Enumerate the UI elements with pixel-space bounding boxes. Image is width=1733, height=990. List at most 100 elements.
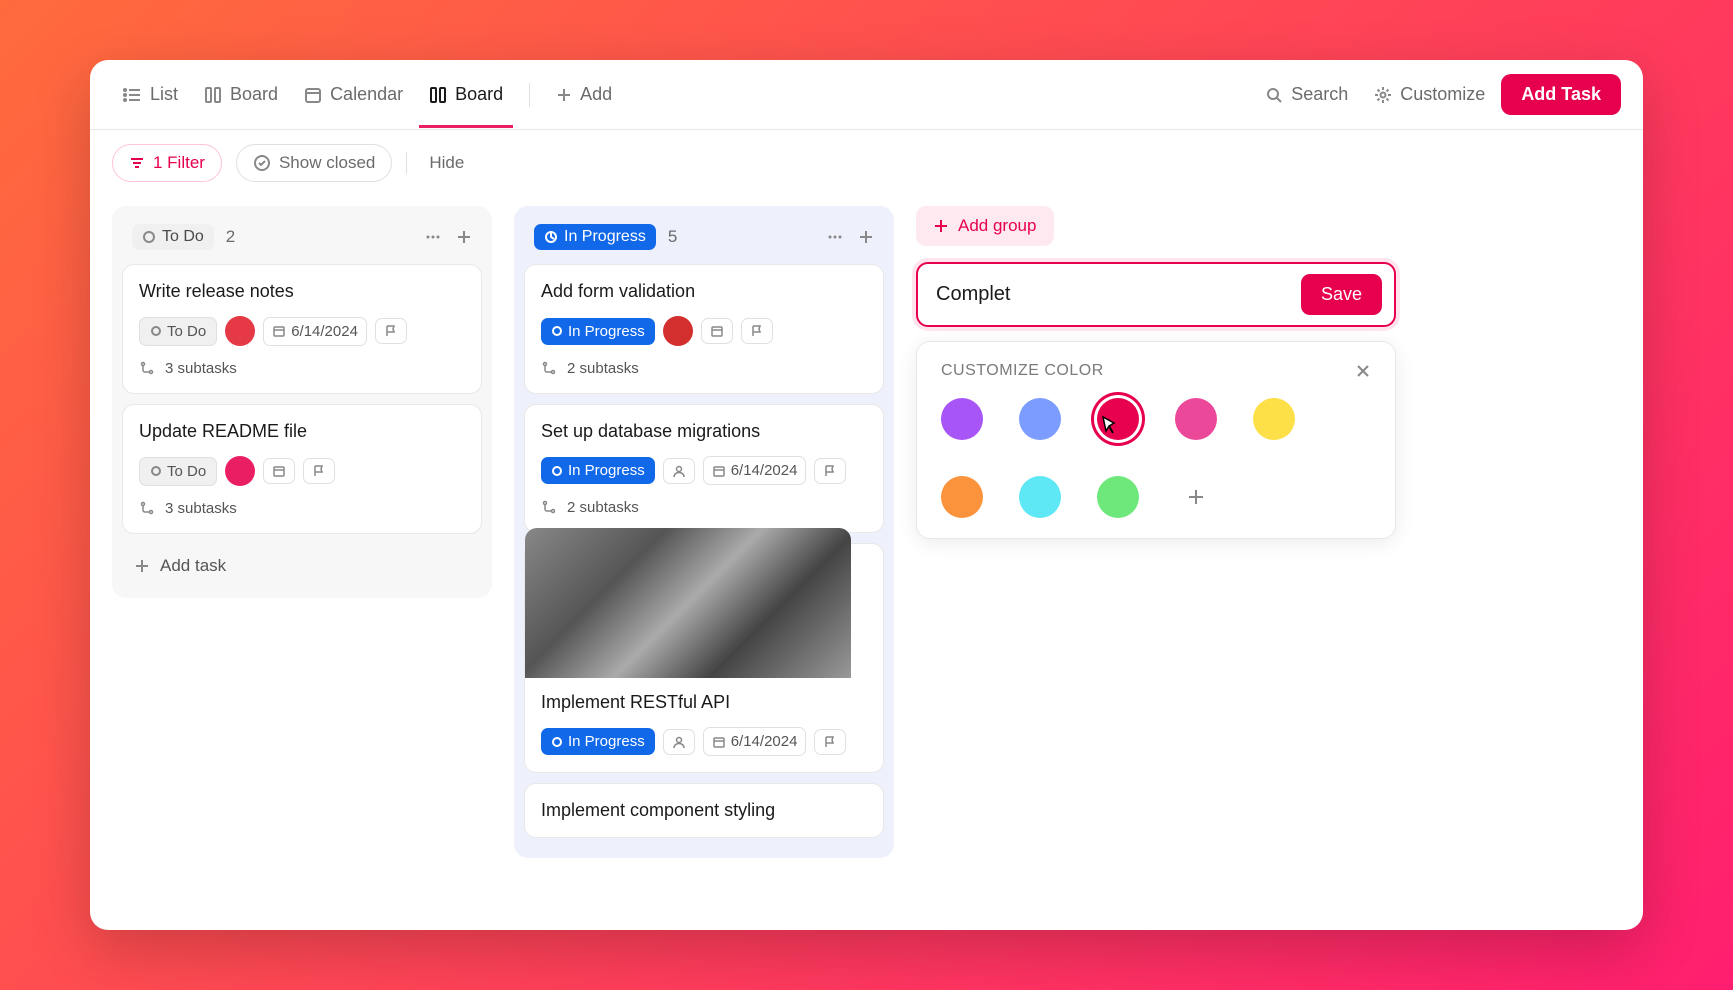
add-task-row[interactable]: Add task [122, 544, 482, 588]
add-group-section: Add group Save CUSTOMIZE COLOR [916, 206, 1396, 539]
filter-bar: 1 Filter Show closed Hide [90, 130, 1643, 196]
flag-icon [384, 324, 398, 338]
status-chip-in-progress[interactable]: In Progress [534, 224, 656, 250]
color-swatch-magenta[interactable] [1175, 398, 1217, 440]
add-group-label: Add group [958, 216, 1036, 236]
check-circle-icon [253, 154, 271, 172]
flag-field[interactable] [375, 318, 407, 344]
status-chip[interactable]: To Do [139, 317, 217, 346]
date-field[interactable]: 6/14/2024 [703, 727, 807, 756]
add-task-label: Add task [160, 556, 226, 576]
flag-field[interactable] [814, 729, 846, 755]
plus-icon [1187, 488, 1205, 506]
avatar[interactable] [225, 456, 255, 486]
color-swatch-blue[interactable] [1019, 398, 1061, 440]
column-header: In Progress 5 [524, 216, 884, 264]
card-title: Implement RESTful API [541, 692, 867, 713]
tab-board-active[interactable]: Board [419, 76, 513, 113]
status-chip[interactable]: In Progress [541, 728, 655, 755]
customize-button[interactable]: Customize [1364, 76, 1495, 113]
calendar-icon [712, 735, 726, 749]
tab-label: Board [455, 84, 503, 105]
avatar[interactable] [663, 316, 693, 346]
color-swatch-orange[interactable] [941, 476, 983, 518]
flag-field[interactable] [814, 458, 846, 484]
tab-list[interactable]: List [112, 76, 188, 113]
status-label: In Progress [564, 228, 646, 246]
flag-icon [823, 735, 837, 749]
task-card[interactable]: Add form validation In Progress 2 subtas… [524, 264, 884, 394]
status-label: To Do [167, 323, 206, 340]
save-button[interactable]: Save [1301, 274, 1382, 315]
calendar-icon [272, 464, 286, 478]
status-chip[interactable]: In Progress [541, 318, 655, 345]
hide-button[interactable]: Hide [421, 145, 472, 181]
group-name-input[interactable] [930, 277, 1291, 312]
plus-icon[interactable] [858, 228, 874, 246]
date-value: 6/14/2024 [731, 733, 798, 750]
subtask-icon [139, 501, 155, 517]
circle-icon [142, 230, 156, 244]
add-color-button[interactable] [1175, 476, 1217, 518]
color-swatch-yellow[interactable] [1253, 398, 1295, 440]
add-task-button[interactable]: Add Task [1501, 74, 1621, 115]
status-label: In Progress [568, 323, 645, 340]
customize-label: Customize [1400, 84, 1485, 105]
avatar[interactable] [225, 316, 255, 346]
progress-icon [551, 736, 563, 748]
person-icon [672, 464, 686, 478]
gear-icon [1374, 86, 1392, 104]
cursor-pointer-icon [1095, 414, 1123, 442]
assignee-field[interactable] [663, 729, 695, 755]
filter-button[interactable]: 1 Filter [112, 144, 222, 182]
progress-icon [551, 325, 563, 337]
date-field[interactable] [701, 318, 733, 344]
tab-board[interactable]: Board [194, 76, 288, 113]
list-icon [122, 85, 142, 105]
progress-icon [551, 465, 563, 477]
color-swatch-purple[interactable] [941, 398, 983, 440]
date-field[interactable]: 6/14/2024 [703, 456, 807, 485]
task-card[interactable]: Write release notes To Do 6/14/2024 [122, 264, 482, 394]
task-card[interactable]: Implement component styling [524, 783, 884, 838]
color-swatch-cyan[interactable] [1019, 476, 1061, 518]
date-field[interactable] [263, 458, 295, 484]
date-field[interactable]: 6/14/2024 [263, 317, 367, 346]
plus-icon[interactable] [456, 228, 472, 246]
plus-icon [934, 219, 948, 233]
add-view-button[interactable]: Add [546, 76, 622, 113]
task-card[interactable]: Update README file To Do 3 subtasks [122, 404, 482, 534]
group-name-input-container: Save [916, 262, 1396, 327]
flag-icon [823, 464, 837, 478]
close-icon[interactable] [1355, 363, 1371, 379]
tab-calendar[interactable]: Calendar [294, 76, 413, 113]
status-label: In Progress [568, 462, 645, 479]
plus-icon [556, 87, 572, 103]
card-image [525, 528, 851, 678]
status-chip[interactable]: To Do [139, 457, 217, 486]
subtask-icon [139, 361, 155, 377]
assignee-field[interactable] [663, 458, 695, 484]
more-icon[interactable] [424, 228, 442, 246]
flag-field[interactable] [741, 318, 773, 344]
more-icon[interactable] [826, 228, 844, 246]
show-closed-button[interactable]: Show closed [236, 144, 392, 182]
column-todo: To Do 2 Write release notes To Do [112, 206, 492, 598]
status-chip-todo[interactable]: To Do [132, 224, 214, 250]
color-grid [941, 398, 1371, 518]
status-label: To Do [162, 228, 204, 246]
search-button[interactable]: Search [1255, 76, 1358, 113]
status-label: In Progress [568, 733, 645, 750]
plus-icon [134, 558, 150, 574]
task-card[interactable]: Implement RESTful API In Progress 6/14/2… [524, 543, 884, 773]
task-card[interactable]: Set up database migrations In Progress 6… [524, 404, 884, 533]
status-chip[interactable]: In Progress [541, 457, 655, 484]
app-window: List Board Calendar Board Add Search Cus… [90, 60, 1643, 930]
card-title: Add form validation [541, 281, 867, 302]
tab-label: Calendar [330, 84, 403, 105]
flag-field[interactable] [303, 458, 335, 484]
divider [529, 83, 530, 107]
color-swatch-green[interactable] [1097, 476, 1139, 518]
add-group-button[interactable]: Add group [916, 206, 1054, 246]
divider [406, 152, 407, 174]
